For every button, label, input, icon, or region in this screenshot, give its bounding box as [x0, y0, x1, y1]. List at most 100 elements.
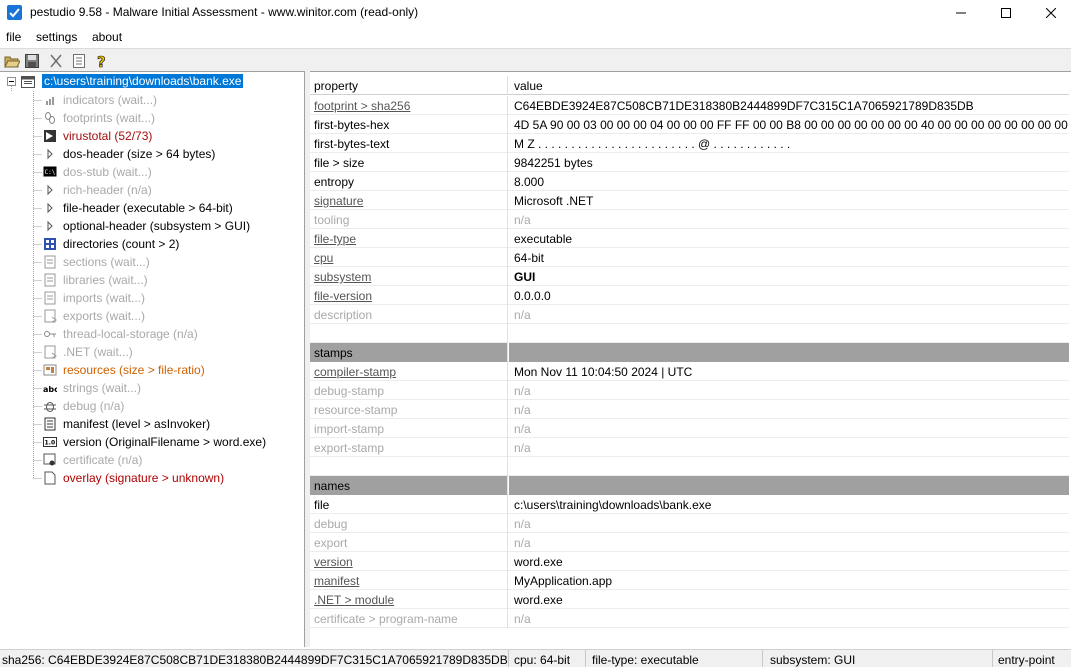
help-icon[interactable]: ? — [93, 52, 110, 69]
tree-item[interactable]: thread-local-storage (n/a) — [0, 325, 304, 343]
tree-item-label[interactable]: manifest (level > asInvoker) — [63, 417, 210, 431]
table-row[interactable]: cpu 64-bit — [310, 248, 1069, 267]
table-row[interactable]: file c:\users\training\downloads\bank.exe — [310, 495, 1069, 514]
open-icon[interactable] — [3, 52, 20, 69]
tree-item-label[interactable]: dos-stub (wait...) — [63, 165, 152, 179]
menu-file[interactable]: file — [6, 30, 21, 44]
table-row[interactable]: debug n/a — [310, 514, 1069, 533]
table-row[interactable]: resource-stamp n/a — [310, 400, 1069, 419]
table-row[interactable]: signature Microsoft .NET — [310, 191, 1069, 210]
tree-item-label[interactable]: footprints (wait...) — [63, 111, 155, 125]
tree-connector — [33, 244, 42, 245]
column-header-value[interactable]: value — [509, 76, 1069, 95]
table-row[interactable]: import-stamp n/a — [310, 419, 1069, 438]
tree-item[interactable]: C:\ dos-stub (wait...) — [0, 163, 304, 181]
tree-item[interactable]: virustotal (52/73) — [0, 127, 304, 145]
tree-item-label[interactable]: imports (wait...) — [63, 291, 145, 305]
table-row[interactable]: file-type executable — [310, 229, 1069, 248]
table-row[interactable]: description n/a — [310, 305, 1069, 324]
table-row[interactable]: footprint > sha256 C64EBDE3924E87C508CB71… — [310, 96, 1069, 115]
tree-item[interactable]: resources (size > file-ratio) — [0, 361, 304, 379]
tree-item-label[interactable]: dos-header (size > 64 bytes) — [63, 147, 215, 161]
table-row[interactable]: debug-stamp n/a — [310, 381, 1069, 400]
tree-item[interactable]: optional-header (subsystem > GUI) — [0, 217, 304, 235]
table-row[interactable] — [310, 457, 1069, 476]
value-cell: n/a — [514, 384, 531, 398]
property-cell[interactable]: .NET > module — [310, 590, 508, 609]
tree-item-label[interactable]: strings (wait...) — [63, 381, 141, 395]
table-row[interactable]: file > size 9842251 bytes — [310, 153, 1069, 172]
tree-item[interactable]: libraries (wait...) — [0, 271, 304, 289]
minimize-button[interactable] — [938, 0, 984, 26]
tree-item-label[interactable]: sections (wait...) — [63, 255, 150, 269]
menu-settings[interactable]: settings — [36, 30, 77, 44]
tree-item[interactable]: imports (wait...) — [0, 289, 304, 307]
tree-item-label[interactable]: .NET (wait...) — [63, 345, 133, 359]
tree-root-label[interactable]: c:\users\training\downloads\bank.exe — [42, 74, 244, 88]
table-row[interactable]: .NET > module word.exe — [310, 590, 1069, 609]
table-row[interactable]: subsystem GUI — [310, 267, 1069, 286]
tree-item-label[interactable]: debug (n/a) — [63, 399, 124, 413]
tree-item-label[interactable]: file-header (executable > 64-bit) — [63, 201, 233, 215]
maximize-button[interactable] — [983, 0, 1029, 26]
table-row[interactable]: version word.exe — [310, 552, 1069, 571]
tree-item[interactable]: overlay (signature > unknown) — [0, 469, 304, 487]
tree-item-label[interactable]: indicators (wait...) — [63, 93, 157, 107]
table-row[interactable]: certificate > program-name n/a — [310, 609, 1069, 628]
tree-item[interactable]: footprints (wait...) — [0, 109, 304, 127]
tree-item-label[interactable]: version (OriginalFilename > word.exe) — [63, 435, 266, 449]
table-row[interactable]: first-bytes-text M Z . . . . . . . . . . … — [310, 134, 1069, 153]
property-cell[interactable]: footprint > sha256 — [310, 96, 508, 115]
tree-item[interactable]: .NET (wait...) — [0, 343, 304, 361]
property-cell[interactable]: subsystem — [310, 267, 508, 286]
tree-item-label[interactable]: rich-header (n/a) — [63, 183, 152, 197]
table-row[interactable]: first-bytes-hex 4D 5A 90 00 03 00 00 00 0… — [310, 115, 1069, 134]
table-section-header[interactable]: stamps — [310, 343, 1069, 362]
table-row[interactable]: compiler-stamp Mon Nov 11 10:04:50 2024 |… — [310, 362, 1069, 381]
cut-icon[interactable] — [47, 52, 64, 69]
tree-item-label[interactable]: thread-local-storage (n/a) — [63, 327, 198, 341]
tree-item[interactable]: sections (wait...) — [0, 253, 304, 271]
property-cell[interactable]: version — [310, 552, 508, 571]
list-icon[interactable] — [70, 52, 87, 69]
tree-item[interactable]: directories (count > 2) — [0, 235, 304, 253]
tree-item-label[interactable]: optional-header (subsystem > GUI) — [63, 219, 250, 233]
table-row[interactable]: tooling n/a — [310, 210, 1069, 229]
tree-item-label[interactable]: directories (count > 2) — [63, 237, 179, 251]
property-cell[interactable]: compiler-stamp — [310, 362, 508, 381]
tree-item-label[interactable]: certificate (n/a) — [63, 453, 142, 467]
tree-item-label[interactable]: overlay (signature > unknown) — [63, 471, 224, 485]
table-section-header[interactable]: names — [310, 476, 1069, 495]
property-cell[interactable]: cpu — [310, 248, 508, 267]
property-cell[interactable]: signature — [310, 191, 508, 210]
tree-item[interactable]: rich-header (n/a) — [0, 181, 304, 199]
tree-item[interactable]: abc strings (wait...) — [0, 379, 304, 397]
tree-item[interactable]: file-header (executable > 64-bit) — [0, 199, 304, 217]
svg-text:abc: abc — [43, 385, 57, 394]
tree-connector — [33, 388, 42, 389]
tree-item[interactable]: certificate (n/a) — [0, 451, 304, 469]
save-icon[interactable] — [23, 52, 40, 69]
tree-item[interactable]: exports (wait...) — [0, 307, 304, 325]
tree-item[interactable]: debug (n/a) — [0, 397, 304, 415]
tree-item-label[interactable]: resources (size > file-ratio) — [63, 363, 205, 377]
tree-item[interactable]: indicators (wait...) — [0, 91, 304, 109]
column-header-property[interactable]: property — [310, 76, 508, 95]
close-button[interactable] — [1028, 0, 1071, 26]
tree-item[interactable]: dos-header (size > 64 bytes) — [0, 145, 304, 163]
tree-item-label[interactable]: virustotal (52/73) — [63, 129, 152, 143]
menu-about[interactable]: about — [92, 30, 122, 44]
table-row[interactable]: entropy 8.000 — [310, 172, 1069, 191]
table-row[interactable]: export-stamp n/a — [310, 438, 1069, 457]
property-cell[interactable]: manifest — [310, 571, 508, 590]
property-cell[interactable]: file-version — [310, 286, 508, 305]
tree-item[interactable]: manifest (level > asInvoker) — [0, 415, 304, 433]
table-row[interactable]: file-version 0.0.0.0 — [310, 286, 1069, 305]
table-row[interactable]: manifest MyApplication.app — [310, 571, 1069, 590]
property-cell[interactable]: file-type — [310, 229, 508, 248]
tree-item[interactable]: 1.0 version (OriginalFilename > word.exe) — [0, 433, 304, 451]
table-row[interactable]: export n/a — [310, 533, 1069, 552]
table-row[interactable] — [310, 324, 1069, 343]
tree-item-label[interactable]: libraries (wait...) — [63, 273, 148, 287]
tree-item-label[interactable]: exports (wait...) — [63, 309, 145, 323]
